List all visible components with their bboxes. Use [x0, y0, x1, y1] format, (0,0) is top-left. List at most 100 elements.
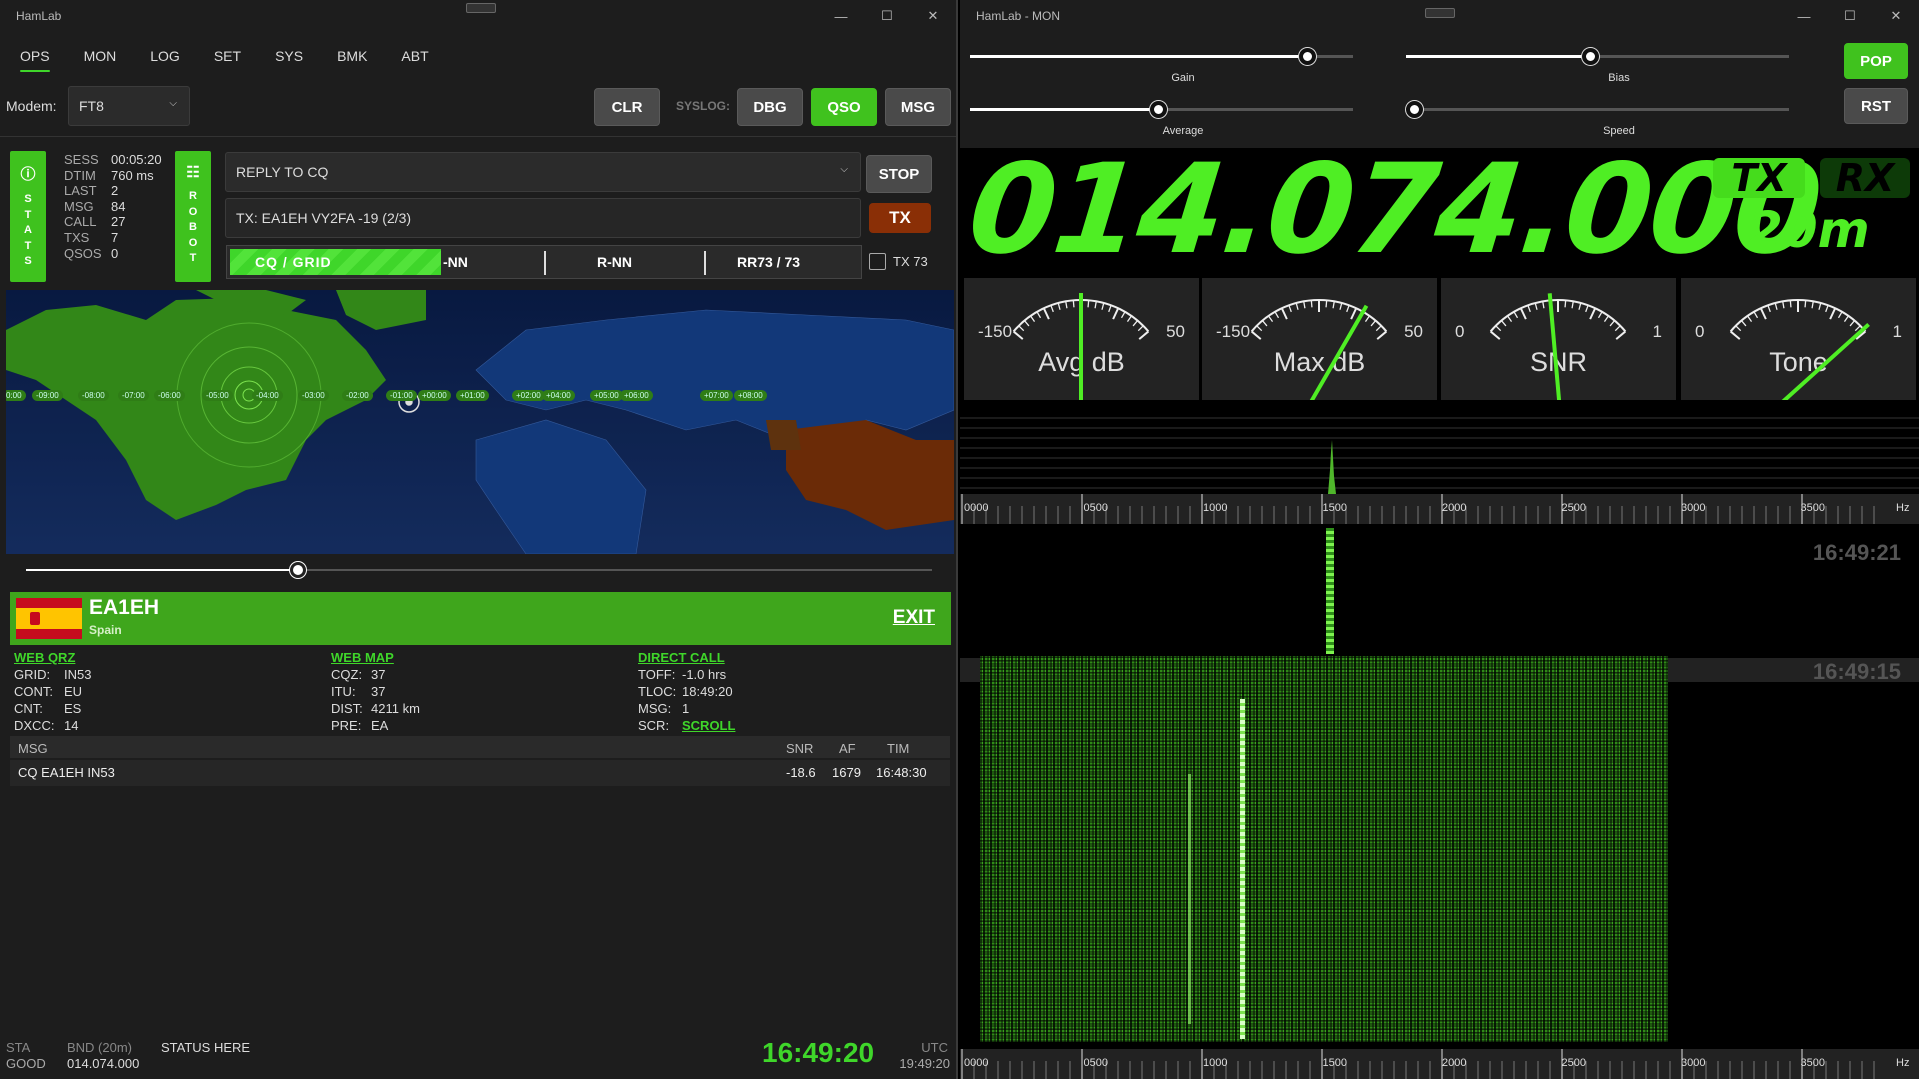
map-svg: [6, 290, 954, 554]
meter-avg-db: -150 50 Avg dB: [964, 278, 1199, 400]
tx73-checkbox[interactable]: [869, 253, 886, 270]
stat-key: DTIM: [64, 167, 96, 183]
axis-tick-label: 3500: [1800, 1057, 1825, 1069]
gain-slider[interactable]: [970, 48, 1353, 65]
timezone-label: 0:00: [6, 390, 26, 401]
col-snr[interactable]: SNR: [786, 741, 813, 756]
timezone-label: -08:00: [78, 390, 109, 401]
meter-tone: 0 1 Tone: [1681, 278, 1916, 400]
tab-ops[interactable]: OPS: [20, 38, 50, 74]
info-key: CQZ:: [331, 667, 363, 682]
dbg-button[interactable]: DBG: [737, 88, 803, 126]
tab-set[interactable]: SET: [214, 38, 241, 74]
status-bar: STA GOOD BND (20m) 014.074.000 STATUS HE…: [0, 1034, 956, 1079]
mon-titlebar: HamLab - MON — ☐ ✕: [960, 0, 1919, 32]
tab-bmk[interactable]: BMK: [337, 38, 367, 74]
web-qrz-link[interactable]: WEB QRZ: [14, 649, 91, 666]
tx-button[interactable]: TX: [869, 203, 931, 233]
ops-titlebar: HamLab — ☐ ✕: [0, 0, 956, 32]
clr-button[interactable]: CLR: [594, 88, 660, 126]
reply-select[interactable]: REPLY TO CQ ⌵: [225, 152, 861, 192]
tx-indicator: TX: [1713, 156, 1805, 200]
local-clock: 16:49:20: [762, 1037, 875, 1068]
timezone-label: +02:00: [512, 390, 545, 401]
callsign-bar: EA1EH Spain EXIT: [10, 592, 951, 645]
timezone-label: -06:00: [154, 390, 185, 401]
axis-unit: Hz: [1896, 502, 1910, 514]
tab-sys[interactable]: SYS: [275, 38, 303, 74]
axis-tick-label: 1500: [1322, 502, 1347, 514]
qso-button[interactable]: QSO: [811, 88, 877, 126]
info-key: TLOC:: [638, 684, 677, 699]
rst-button[interactable]: RST: [1844, 88, 1908, 124]
info-key: GRID:: [14, 667, 51, 682]
tab-abt[interactable]: ABT: [401, 38, 428, 74]
gain-label: Gain: [1171, 72, 1195, 84]
slider-thumb[interactable]: [289, 562, 306, 578]
col-af[interactable]: AF: [839, 741, 856, 756]
slider-thumb[interactable]: [1149, 101, 1167, 118]
seq-r-nn[interactable]: R-NN: [597, 254, 632, 270]
seq-rr73[interactable]: RR73 / 73: [737, 254, 800, 270]
stats-badge: ⓘ S T A T S: [10, 151, 46, 282]
close-button[interactable]: ✕: [1873, 0, 1919, 32]
meter-needle: [1781, 322, 1870, 400]
scroll-link[interactable]: SCROLL: [682, 718, 735, 733]
slider-thumb[interactable]: [1581, 48, 1599, 65]
info-value: -1.0 hrs: [682, 667, 727, 682]
msg-button[interactable]: MSG: [885, 88, 951, 126]
waterfall[interactable]: 16:49:21 16:49:15: [960, 524, 1919, 1048]
window-title: HamLab - MON: [976, 9, 1061, 23]
stop-button[interactable]: STOP: [866, 155, 932, 193]
slider-fill: [26, 569, 298, 571]
map-zoom-slider[interactable]: [26, 562, 932, 578]
drag-grip[interactable]: [466, 3, 496, 13]
direct-call-link[interactable]: DIRECT CALL: [638, 649, 735, 666]
slider-thumb[interactable]: [1299, 48, 1317, 65]
col-msg[interactable]: MSG: [18, 741, 48, 756]
maximize-button[interactable]: ☐: [864, 0, 910, 32]
sequence-bar: CQ / GRID -NN R-NN RR73 / 73: [226, 245, 862, 279]
timezone-label: -05:00: [202, 390, 233, 401]
web-map-link[interactable]: WEB MAP: [331, 649, 420, 666]
badge-letter: S: [24, 193, 32, 205]
maximize-button[interactable]: ☐: [1827, 0, 1873, 32]
minimize-button[interactable]: —: [818, 0, 864, 32]
stat-value: 7: [111, 229, 119, 245]
average-slider[interactable]: [970, 101, 1353, 118]
info-key: MSG:: [638, 701, 672, 716]
utc-label: UTC: [921, 1040, 948, 1055]
axis-unit: Hz: [1896, 1057, 1910, 1069]
exit-link[interactable]: EXIT: [893, 607, 935, 629]
minimize-button[interactable]: —: [1781, 0, 1827, 32]
utc-value: 19:49:20: [899, 1056, 950, 1071]
timezone-label: -02:00: [342, 390, 373, 401]
timezone-label: -04:00: [252, 390, 283, 401]
tab-log[interactable]: LOG: [150, 38, 180, 74]
pop-button[interactable]: POP: [1844, 43, 1908, 79]
bias-slider[interactable]: [1406, 48, 1789, 65]
timestamp-1: 16:49:21: [1812, 540, 1901, 565]
close-button[interactable]: ✕: [910, 0, 956, 32]
meter-needle: [1079, 293, 1083, 400]
modem-select[interactable]: FT8 ⌵: [68, 86, 190, 126]
stat-value: 760 ms: [111, 167, 154, 183]
drag-grip[interactable]: [1425, 8, 1455, 18]
syslog-label: SYSLOG:: [676, 99, 731, 113]
robot-badge[interactable]: ☷ R O B O T: [175, 151, 211, 282]
tx-message-field[interactable]: TX: EA1EH VY2FA -19 (2/3): [225, 198, 861, 238]
axis-tick-label: 2500: [1561, 502, 1586, 514]
col-tim[interactable]: TIM: [887, 741, 909, 756]
seq-nn[interactable]: -NN: [443, 254, 468, 270]
tab-mon[interactable]: MON: [84, 38, 117, 74]
speed-slider[interactable]: [1405, 101, 1789, 118]
stat-value: 84: [111, 198, 126, 214]
seq-cq-grid[interactable]: CQ / GRID: [255, 254, 332, 270]
info-key: SCR:: [638, 718, 670, 733]
slider-thumb[interactable]: [1405, 101, 1423, 118]
mon-controls: [960, 32, 1919, 148]
world-map[interactable]: 0:00 -09:00 -08:00 -07:00 -06:00 -05:00 -04:00…: [6, 290, 954, 554]
axis-tick-label: 0000: [964, 1057, 989, 1069]
table-row[interactable]: CQ EA1EH IN53 -18.6 1679 16:48:30: [10, 760, 950, 786]
frequency-axis-bottom: 0000 0500 1000 1500 2000 2500 3000 3500 Hz: [960, 1049, 1919, 1079]
